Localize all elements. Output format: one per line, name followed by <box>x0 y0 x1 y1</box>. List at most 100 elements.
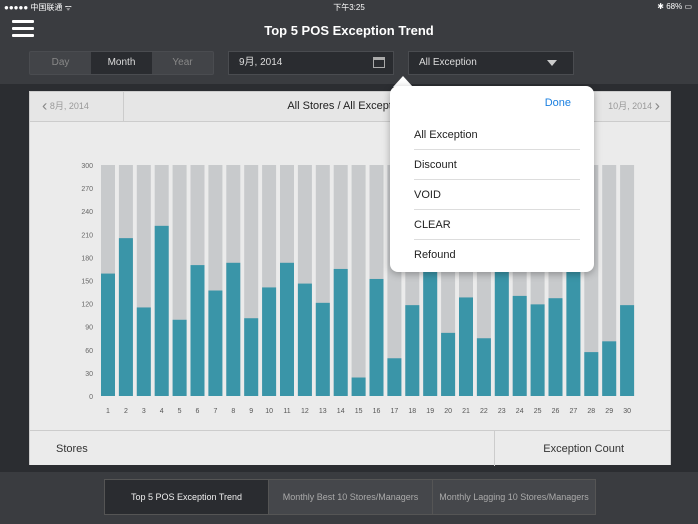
x-tick-label: 17 <box>391 408 399 415</box>
tab-best-stores[interactable]: Monthly Best 10 Stores/Managers <box>269 480 433 514</box>
period-segmented-control: Day Month Year <box>29 51 214 75</box>
option-void[interactable]: VOID <box>414 180 580 210</box>
option-discount[interactable]: Discount <box>414 150 580 180</box>
tab-lagging-stores[interactable]: Monthly Lagging 10 Stores/Managers <box>433 480 595 514</box>
x-tick-label: 24 <box>516 408 524 415</box>
x-tick-label: 13 <box>319 408 327 415</box>
x-tick-label: 21 <box>462 408 470 415</box>
bar <box>315 302 330 396</box>
bar <box>494 265 509 396</box>
x-tick-label: 23 <box>498 408 506 415</box>
x-tick-label: 22 <box>480 408 488 415</box>
bar-background <box>351 165 366 396</box>
segment-month[interactable]: Month <box>91 52 152 74</box>
bar <box>280 262 294 396</box>
bar <box>441 332 456 396</box>
x-tick-label: 12 <box>301 408 309 415</box>
y-tick-label: 210 <box>81 232 93 239</box>
x-tick-label: 29 <box>605 408 613 415</box>
x-tick-label: 30 <box>623 408 631 415</box>
bar <box>476 338 491 396</box>
bar <box>333 268 348 396</box>
bar <box>297 283 312 396</box>
x-tick-label: 2 <box>124 408 128 415</box>
y-tick-label: 60 <box>85 348 93 355</box>
y-tick-label: 90 <box>85 325 93 332</box>
chevron-down-icon <box>547 60 557 66</box>
x-tick-label: 15 <box>355 408 363 415</box>
x-tick-label: 1 <box>106 408 110 415</box>
x-tick-label: 25 <box>534 408 542 415</box>
x-tick-label: 9 <box>249 408 253 415</box>
bar <box>118 238 133 396</box>
filter-toolbar: Day Month Year 9月, 2014 All Exception <box>0 46 698 84</box>
y-tick-label: 30 <box>85 371 93 378</box>
x-tick-label: 18 <box>408 408 416 415</box>
x-tick-label: 28 <box>587 408 595 415</box>
footer-divider <box>494 431 495 466</box>
x-tick-label: 6 <box>196 408 200 415</box>
bar <box>405 305 420 396</box>
status-bar: ●●●●● 中国联通 ᯤ 下午3:25 ✱ 68% ▭ <box>0 0 698 14</box>
segment-day[interactable]: Day <box>30 52 91 74</box>
bar <box>226 262 241 396</box>
date-field[interactable]: 9月, 2014 <box>228 51 394 75</box>
chart-footer: Stores Exception Count <box>30 430 670 466</box>
bar <box>584 352 599 396</box>
x-tick-label: 4 <box>160 408 164 415</box>
x-tick-label: 3 <box>142 408 146 415</box>
x-tick-label: 16 <box>373 408 381 415</box>
battery-label: ✱ 68% ▭ <box>657 2 692 11</box>
bar <box>154 225 169 396</box>
x-tick-label: 26 <box>552 408 560 415</box>
bar <box>548 298 563 396</box>
option-clear[interactable]: CLEAR <box>414 210 580 240</box>
bar <box>530 304 545 396</box>
exception-select[interactable]: All Exception <box>408 51 574 75</box>
exception-popover: Done All Exception Discount VOID CLEAR R… <box>390 86 594 272</box>
done-button[interactable]: Done <box>545 97 571 109</box>
y-tick-label: 0 <box>89 394 93 401</box>
bar <box>208 290 223 396</box>
x-tick-label: 27 <box>570 408 578 415</box>
bar <box>101 273 115 396</box>
date-value: 9月, 2014 <box>239 57 283 68</box>
stores-label[interactable]: Stores <box>56 443 88 455</box>
nav-bar: Top 5 POS Exception Trend <box>0 14 698 46</box>
bar <box>387 358 402 396</box>
exception-option-list: All Exception Discount VOID CLEAR Refoun… <box>414 120 580 270</box>
exception-select-value: All Exception <box>419 57 477 68</box>
clock-label: 下午3:25 <box>333 3 365 12</box>
x-tick-label: 11 <box>283 408 290 415</box>
bar <box>351 377 366 396</box>
x-tick-label: 7 <box>213 408 217 415</box>
x-tick-label: 8 <box>231 408 235 415</box>
y-tick-label: 120 <box>81 302 93 309</box>
bar <box>369 278 384 396</box>
y-tick-label: 300 <box>81 163 93 170</box>
next-month-label: 10月, 2014 <box>608 101 653 111</box>
y-tick-label: 150 <box>81 279 93 286</box>
bottom-tab-bar: Top 5 POS Exception Trend Monthly Best 1… <box>0 472 698 524</box>
next-month-button[interactable]: 10月, 2014 › <box>590 92 670 122</box>
x-tick-label: 10 <box>265 408 273 415</box>
y-tick-label: 240 <box>81 209 93 216</box>
bar <box>244 318 259 396</box>
bar <box>566 262 581 396</box>
bar <box>602 341 617 396</box>
x-tick-label: 20 <box>444 408 452 415</box>
bar <box>262 287 277 396</box>
segment-year[interactable]: Year <box>152 52 213 74</box>
bar <box>459 297 473 396</box>
x-tick-label: 19 <box>426 408 434 415</box>
page-title: Top 5 POS Exception Trend <box>264 23 434 38</box>
tab-top5-trend[interactable]: Top 5 POS Exception Trend <box>105 480 269 514</box>
chevron-right-icon: › <box>654 97 660 115</box>
y-tick-label: 270 <box>81 186 93 193</box>
calendar-icon[interactable] <box>373 57 385 68</box>
bar <box>190 265 205 396</box>
option-all-exception[interactable]: All Exception <box>414 120 580 150</box>
y-tick-label: 180 <box>81 255 93 262</box>
exception-count-label[interactable]: Exception Count <box>543 443 624 455</box>
option-refound[interactable]: Refound <box>414 240 580 270</box>
